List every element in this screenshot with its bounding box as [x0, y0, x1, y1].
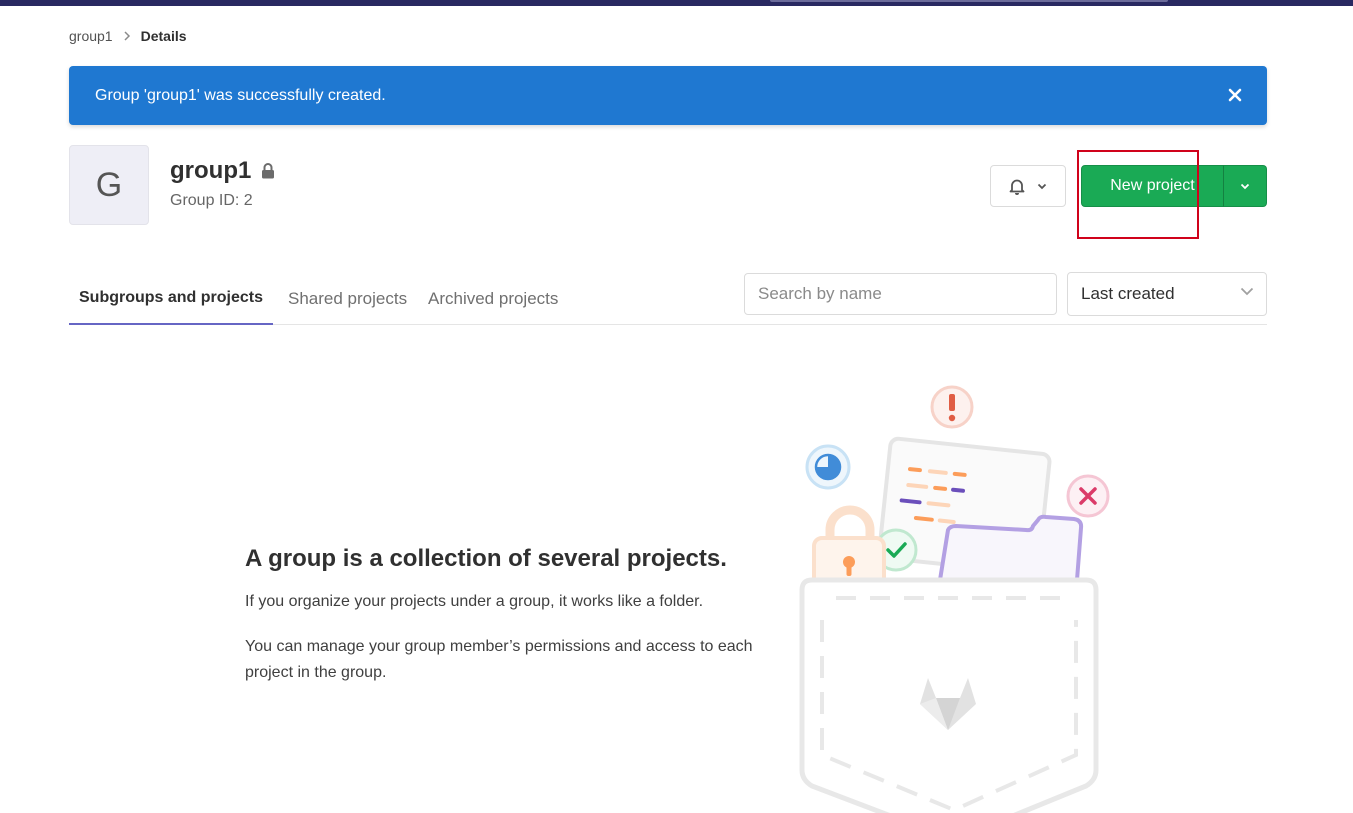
lock-icon: [261, 163, 275, 179]
group-avatar: G: [69, 145, 149, 225]
sort-dropdown[interactable]: Last created: [1067, 272, 1267, 316]
tab-shared-projects[interactable]: Shared projects: [288, 272, 407, 325]
chevron-down-icon: [1037, 183, 1047, 190]
notification-settings-button[interactable]: [990, 165, 1066, 207]
empty-state-description-2: You can manage your group member’s permi…: [245, 638, 753, 681]
sort-selected-value: Last created: [1081, 284, 1175, 303]
chevron-down-icon: [1240, 183, 1250, 190]
bell-icon: [1009, 178, 1025, 195]
group-id: Group ID: 2: [170, 192, 253, 209]
breadcrumb: group1 Details: [69, 26, 187, 46]
empty-state-illustration: [790, 380, 1120, 813]
tab-subgroups-and-projects[interactable]: Subgroups and projects: [69, 272, 274, 325]
breadcrumb-current: Details: [140, 28, 187, 44]
group-title: group1: [170, 157, 275, 185]
close-icon[interactable]: [1225, 85, 1245, 105]
breadcrumb-group-link[interactable]: group1: [69, 28, 113, 44]
new-project-dropdown-toggle[interactable]: [1223, 165, 1267, 207]
tab-archived-projects[interactable]: Archived projects: [428, 272, 558, 325]
topbar-search-field[interactable]: [770, 0, 1168, 2]
empty-state-description: If you organize your projects under a gr…: [245, 593, 704, 610]
flash-notice: Group 'group1' was successfully created.: [69, 66, 1267, 125]
flash-message: Group 'group1' was successfully created.: [95, 86, 386, 104]
search-input[interactable]: [744, 273, 1057, 315]
group-name: group1: [170, 157, 252, 184]
new-project-button[interactable]: New project: [1081, 165, 1224, 207]
chevron-right-icon: [123, 31, 131, 41]
top-navbar: [0, 0, 1353, 6]
chevron-down-icon: [1240, 287, 1254, 296]
empty-state-title: A group is a collection of several proje…: [245, 545, 727, 572]
